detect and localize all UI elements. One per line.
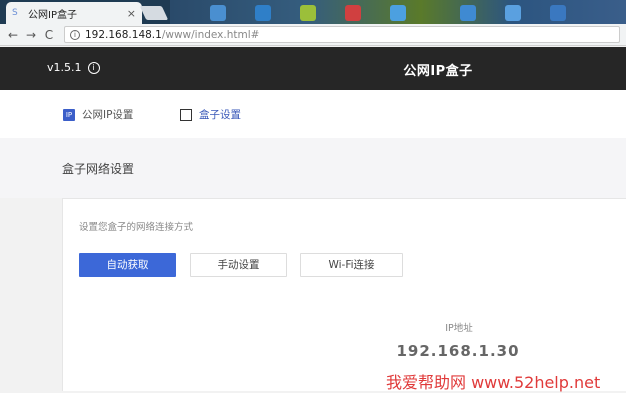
new-tab-button[interactable] [139,6,169,20]
url-path: /www/index.html# [161,28,260,41]
url-host: 192.168.148.1 [85,28,162,41]
nav-item-public-ip[interactable]: IP 公网IP设置 [63,107,133,122]
ip-address-label: IP地址 [445,323,473,334]
reload-icon[interactable]: C [42,28,56,42]
forward-icon[interactable]: → [24,28,38,42]
ip-icon: IP [63,108,75,121]
url-input[interactable]: i 192.168.148.1/www/index.html# [64,26,620,43]
watermark: 我爱帮助网 www.52help.net [386,373,601,392]
app-header: v1.5.1 i 公网IP盒子 [0,47,626,90]
site-info-icon[interactable]: i [70,29,80,40]
address-bar: ← → C i 192.168.148.1/www/index.html# [0,24,626,46]
card-description: 设置您盒子的网络连接方式 [79,222,194,233]
network-settings-card: 设置您盒子的网络连接方式 自动获取 手动设置 Wi-Fi连接 IP地址 192.… [62,198,626,391]
back-icon[interactable]: ← [6,28,20,42]
section-header: 盒子网络设置 [0,138,626,198]
box-icon [180,108,192,121]
page-title: 公网IP盒子 [403,64,473,79]
browser-tab-strip: S 公网IP盒子 × [0,0,626,24]
desktop-background [170,0,626,24]
browser-tab[interactable]: S 公网IP盒子 × [6,2,142,24]
ip-address-value: 192.168.1.30 [396,342,520,360]
close-icon[interactable]: × [127,7,136,20]
auto-obtain-button[interactable]: 自动获取 [79,253,176,277]
manual-setup-button[interactable]: 手动设置 [190,253,287,277]
section-title: 盒子网络设置 [62,162,135,176]
wifi-connect-button[interactable]: Wi-Fi连接 [300,253,403,277]
tab-title: 公网IP盒子 [28,9,77,21]
nav-item-box-settings[interactable]: 盒子设置 [180,107,241,122]
sub-nav: IP 公网IP设置 盒子设置 [0,90,626,138]
nav-item-label: 公网IP设置 [82,109,134,121]
nav-item-label: 盒子设置 [199,109,241,121]
favicon-icon: S [12,7,18,18]
